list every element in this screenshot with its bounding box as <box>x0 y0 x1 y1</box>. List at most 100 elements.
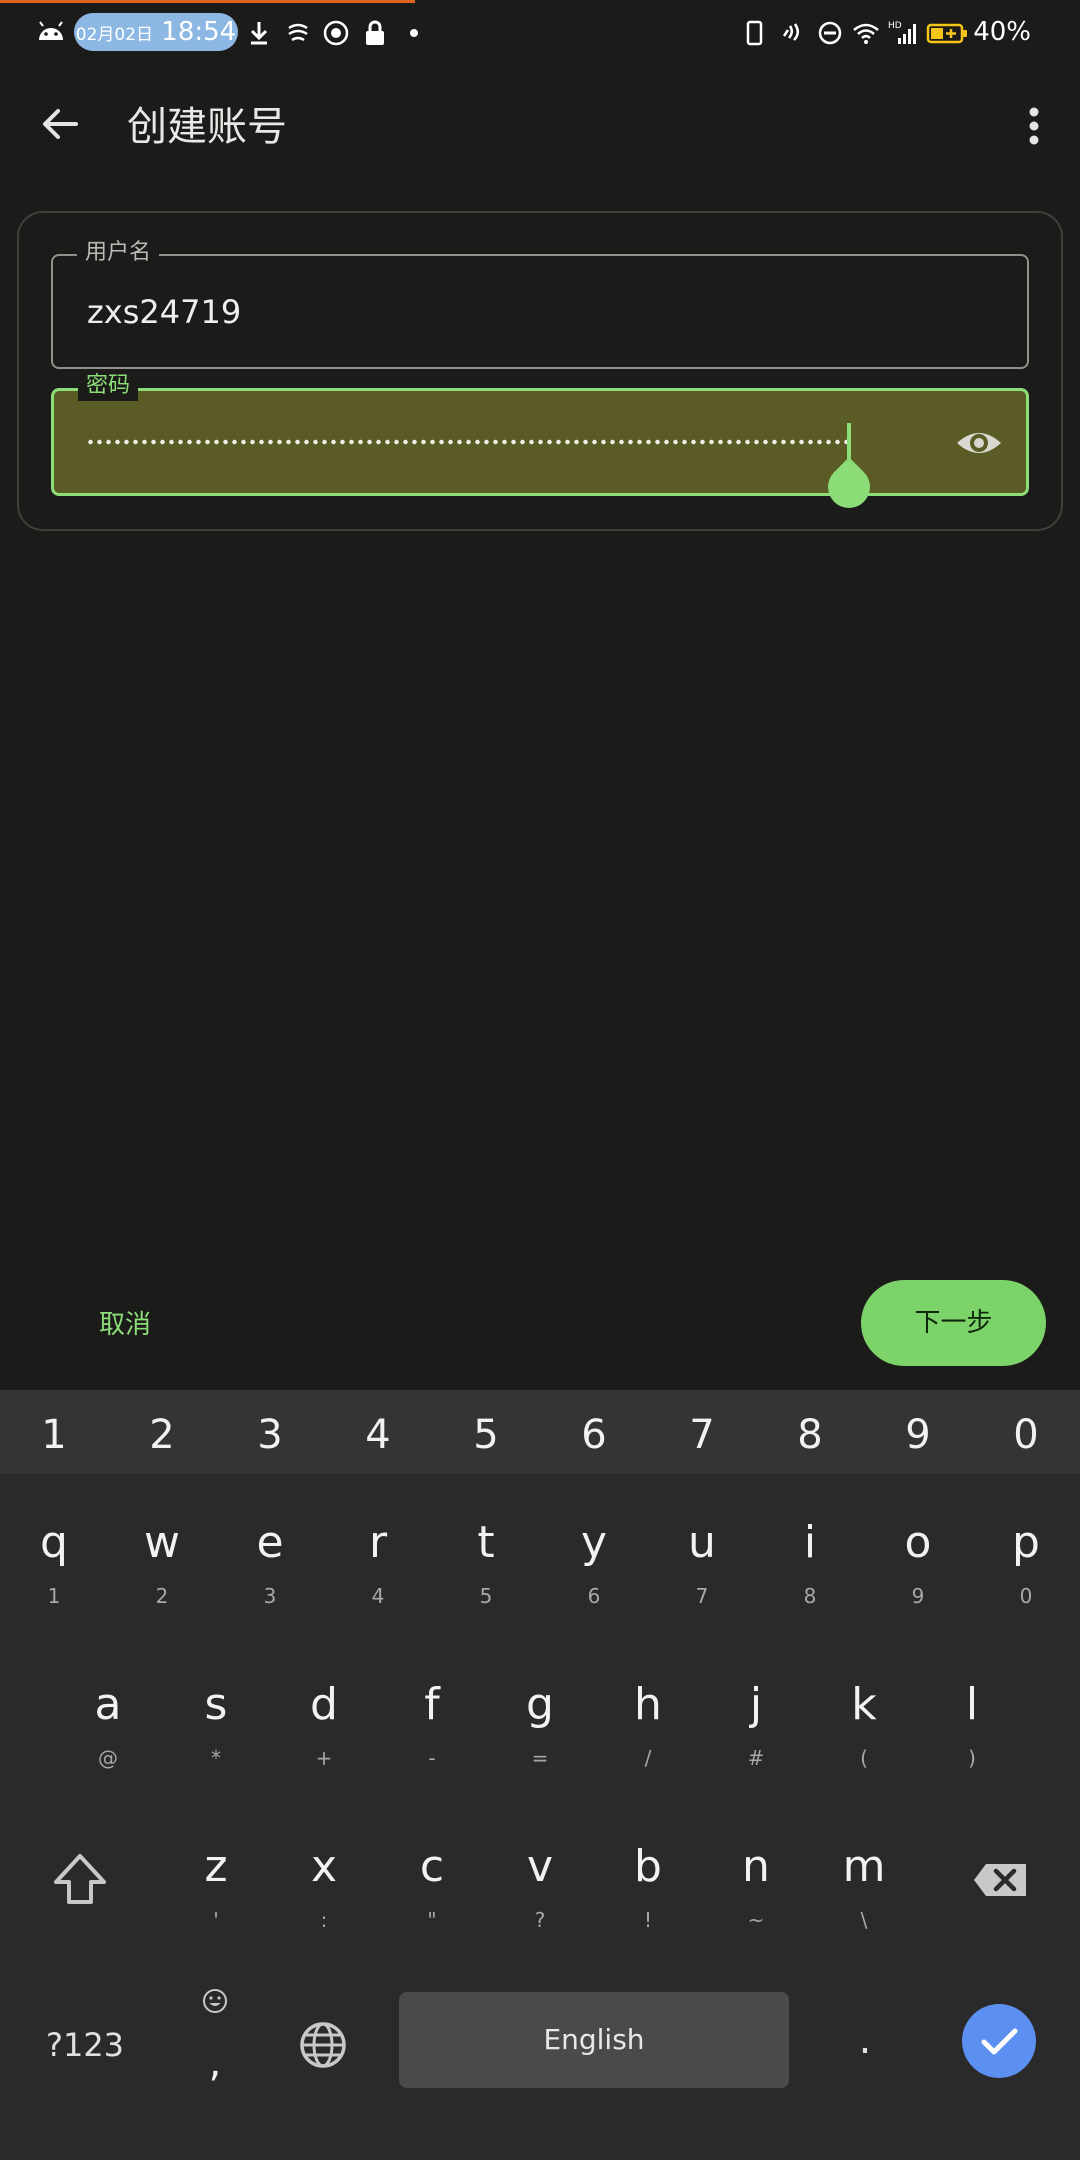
key-label: j <box>749 1679 763 1730</box>
phone-icon <box>746 20 763 46</box>
key-hint: : <box>320 1908 328 1932</box>
key-z[interactable]: z ' <box>162 1822 270 1972</box>
key-label: l <box>965 1679 979 1730</box>
nfc-icon <box>782 23 799 41</box>
key-hint: 2 <box>155 1584 169 1608</box>
key-label: f <box>424 1679 440 1730</box>
emoji-icon <box>203 1989 227 2013</box>
download-progress-line <box>0 0 415 3</box>
username-field[interactable]: 用户名 zxs24719 <box>51 238 1029 369</box>
key-7[interactable]: 7 <box>648 1390 756 1474</box>
key-hint: 4 <box>371 1584 385 1608</box>
dnd-icon <box>818 21 842 45</box>
cancel-button[interactable]: 取消 <box>70 1295 180 1355</box>
more-vert-icon[interactable] <box>1008 100 1060 152</box>
key-hint: * <box>211 1746 221 1770</box>
record-icon <box>323 20 349 46</box>
lock-icon <box>366 20 384 45</box>
key-label: p <box>1012 1517 1040 1568</box>
key-0[interactable]: 0 <box>972 1390 1080 1474</box>
key-d[interactable]: d + <box>270 1660 378 1810</box>
key-r[interactable]: r4 <box>324 1498 432 1648</box>
keyboard-number-row: 1234567890 <box>0 1390 1080 1474</box>
username-value: zxs24719 <box>87 293 242 331</box>
space-key[interactable]: English <box>399 1992 789 2088</box>
key-y[interactable]: y6 <box>540 1498 648 1648</box>
key-k[interactable]: k( <box>810 1660 918 1810</box>
key-hint: ( <box>860 1746 868 1770</box>
key-e[interactable]: e3 <box>216 1498 324 1648</box>
key-label: w <box>144 1517 180 1568</box>
key-x[interactable]: x: <box>270 1822 378 1972</box>
key-4[interactable]: 4 <box>324 1390 432 1474</box>
key-label: v <box>526 1841 554 1892</box>
key-6[interactable]: 6 <box>540 1390 648 1474</box>
key-label: t <box>477 1517 495 1568</box>
key-f[interactable]: f- <box>378 1660 486 1810</box>
arrow-left-icon[interactable] <box>36 100 84 148</box>
key-hint: 0 <box>1019 1584 1033 1608</box>
android-icon <box>39 21 63 40</box>
status-time-pill: 02月02日 18:54 <box>74 13 238 51</box>
battery-percent: 40% <box>973 17 1031 47</box>
enter-key[interactable] <box>962 2004 1036 2078</box>
key-hint: 5 <box>479 1584 493 1608</box>
key-2[interactable]: 2 <box>108 1390 216 1474</box>
key-label: c <box>419 1841 445 1892</box>
key-l[interactable]: l) <box>918 1660 1026 1810</box>
key-s[interactable]: s * <box>162 1660 270 1810</box>
key-label: a <box>94 1679 122 1730</box>
key-label: h <box>634 1679 662 1730</box>
page-title: 创建账号 <box>127 104 287 150</box>
key-label: i <box>803 1517 817 1568</box>
key-p[interactable]: p0 <box>972 1498 1080 1648</box>
key-h[interactable]: h / <box>594 1660 702 1810</box>
wifi-icon <box>853 23 879 44</box>
key-3[interactable]: 3 <box>216 1390 324 1474</box>
key-label: z <box>204 1841 228 1892</box>
key-label: y <box>580 1517 608 1568</box>
key-j[interactable]: j # <box>702 1660 810 1810</box>
key-t[interactable]: t5 <box>432 1498 540 1648</box>
key-g[interactable]: g = <box>486 1660 594 1810</box>
key-w[interactable]: w2 <box>108 1498 216 1648</box>
key-i[interactable]: i8 <box>756 1498 864 1648</box>
next-button[interactable]: 下一步 <box>861 1280 1046 1366</box>
key-v[interactable]: v? <box>486 1822 594 1972</box>
comma-key[interactable]: , <box>160 1980 270 2100</box>
key-label: x <box>310 1841 338 1892</box>
key-hint: ~ <box>747 1908 765 1932</box>
key-label: d <box>310 1679 338 1730</box>
key-9[interactable]: 9 <box>864 1390 972 1474</box>
eye-icon[interactable] <box>954 421 1004 465</box>
backspace-icon[interactable] <box>960 1840 1040 1920</box>
key-c[interactable]: c " <box>378 1822 486 1972</box>
key-n[interactable]: n ~ <box>702 1822 810 1972</box>
key-a[interactable]: a @ <box>54 1660 162 1810</box>
username-label: 用户名 <box>77 238 160 268</box>
password-masked-value <box>86 439 852 445</box>
symbols-key[interactable]: ?123 <box>30 2010 140 2080</box>
key-hint: 8 <box>803 1584 817 1608</box>
key-1[interactable]: 1 <box>0 1390 108 1474</box>
key-label: u <box>688 1517 716 1568</box>
shift-icon[interactable] <box>40 1840 120 1920</box>
globe-icon[interactable] <box>296 2018 350 2072</box>
period-key[interactable]: . <box>810 2000 920 2080</box>
key-label: n <box>742 1841 770 1892</box>
key-o[interactable]: o9 <box>864 1498 972 1648</box>
key-label: q <box>40 1517 68 1568</box>
check-icon <box>981 2028 1018 2055</box>
key-label: b <box>634 1841 662 1892</box>
key-hint: " <box>427 1908 437 1932</box>
key-8[interactable]: 8 <box>756 1390 864 1474</box>
key-hint: ' <box>213 1908 219 1932</box>
key-5[interactable]: 5 <box>432 1390 540 1474</box>
key-hint: ! <box>643 1908 653 1932</box>
dot-icon <box>410 29 418 37</box>
password-field[interactable]: 密码 <box>51 371 1029 517</box>
key-m[interactable]: m \ <box>810 1822 918 1972</box>
key-q[interactable]: q1 <box>0 1498 108 1648</box>
key-b[interactable]: b! <box>594 1822 702 1972</box>
key-u[interactable]: u7 <box>648 1498 756 1648</box>
